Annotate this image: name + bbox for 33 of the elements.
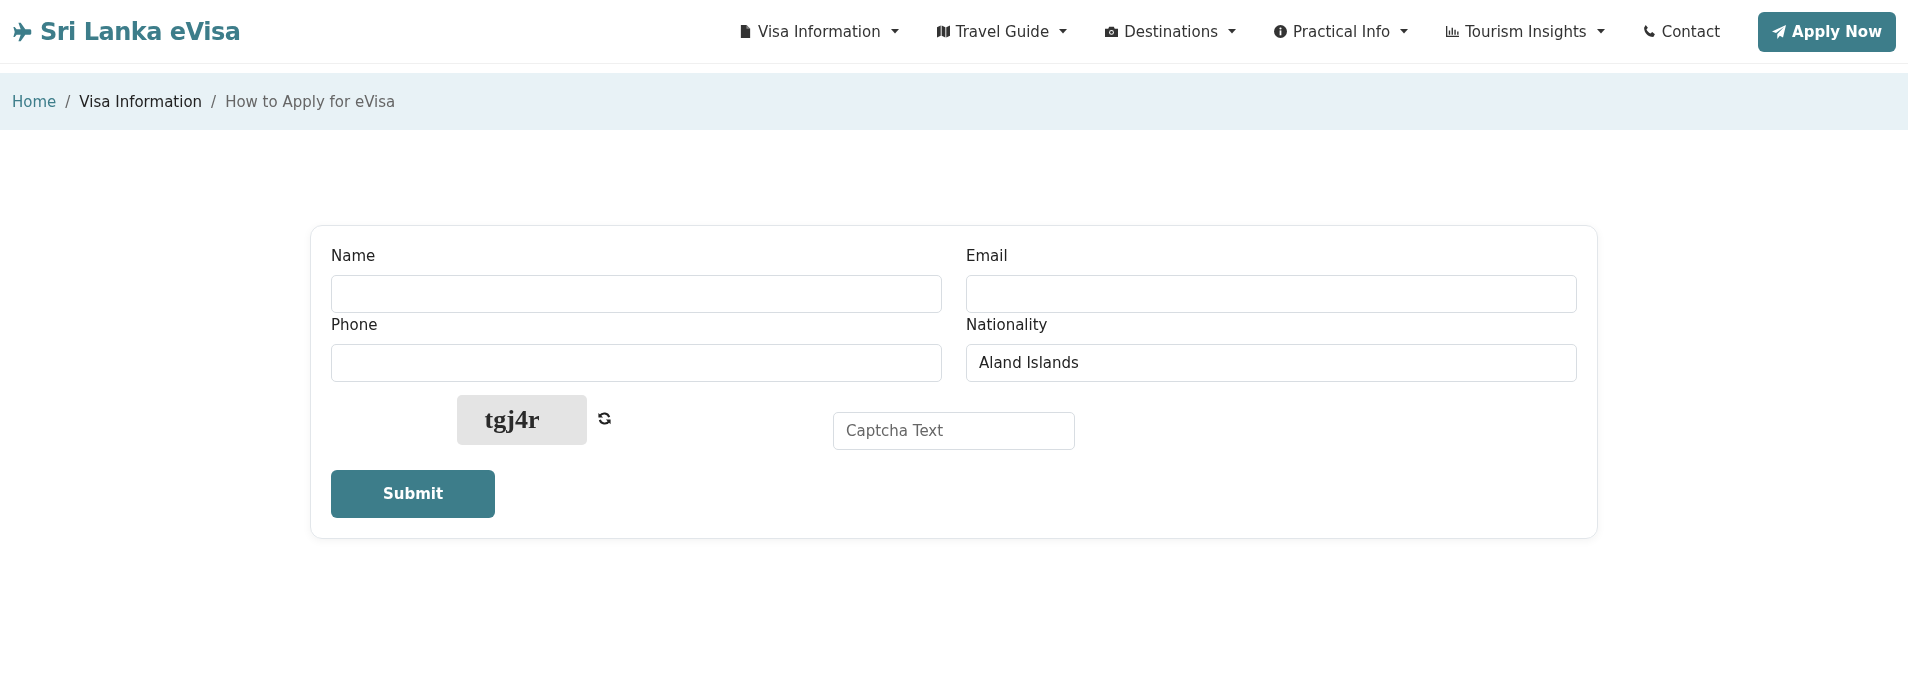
breadcrumb-separator: /	[211, 92, 217, 111]
input-field[interactable]	[331, 275, 942, 313]
nav-link[interactable]: Contact	[1642, 22, 1721, 41]
field-label: Phone	[331, 316, 379, 334]
field-label: Email	[966, 247, 1009, 265]
field-label: Nationality	[966, 316, 1049, 334]
input-field[interactable]: Aland Islands	[966, 344, 1577, 382]
nav-link[interactable]: Destinations	[1105, 22, 1236, 41]
info-icon	[1274, 25, 1287, 38]
breadcrumb-item[interactable]: Home	[12, 92, 57, 111]
site-logo[interactable]: Sri Lanka eVisa	[40, 17, 241, 46]
field-label: Name	[331, 247, 377, 265]
airplane-icon	[12, 20, 34, 43]
nav-link[interactable]: Practical Info	[1274, 22, 1409, 41]
camera-icon	[1105, 25, 1119, 38]
breadcrumb-item[interactable]: Visa Information	[79, 92, 203, 111]
paper-plane-icon	[1772, 24, 1787, 39]
refresh-icon[interactable]	[597, 410, 612, 426]
phone-icon	[1642, 25, 1656, 38]
breadcrumb-item[interactable]: How to Apply for eVisa	[225, 92, 396, 111]
nav-link[interactable]: Tourism Insights	[1446, 22, 1605, 41]
nav-link[interactable]: Travel Guide	[936, 22, 1068, 41]
breadcrumb-separator: /	[65, 92, 71, 111]
map-icon	[936, 25, 950, 38]
document-icon	[739, 25, 752, 38]
bar-chart-icon	[1446, 25, 1460, 38]
captcha-image: tgj4r	[457, 395, 587, 445]
apply-now-button[interactable]: Apply Now	[1758, 11, 1896, 52]
nav-link[interactable]: Visa Information	[739, 22, 899, 41]
input-field[interactable]	[966, 275, 1577, 313]
submit-button[interactable]: Submit	[331, 470, 495, 518]
captcha-input[interactable]: Captcha Text	[833, 412, 1075, 450]
input-field[interactable]	[331, 344, 942, 382]
